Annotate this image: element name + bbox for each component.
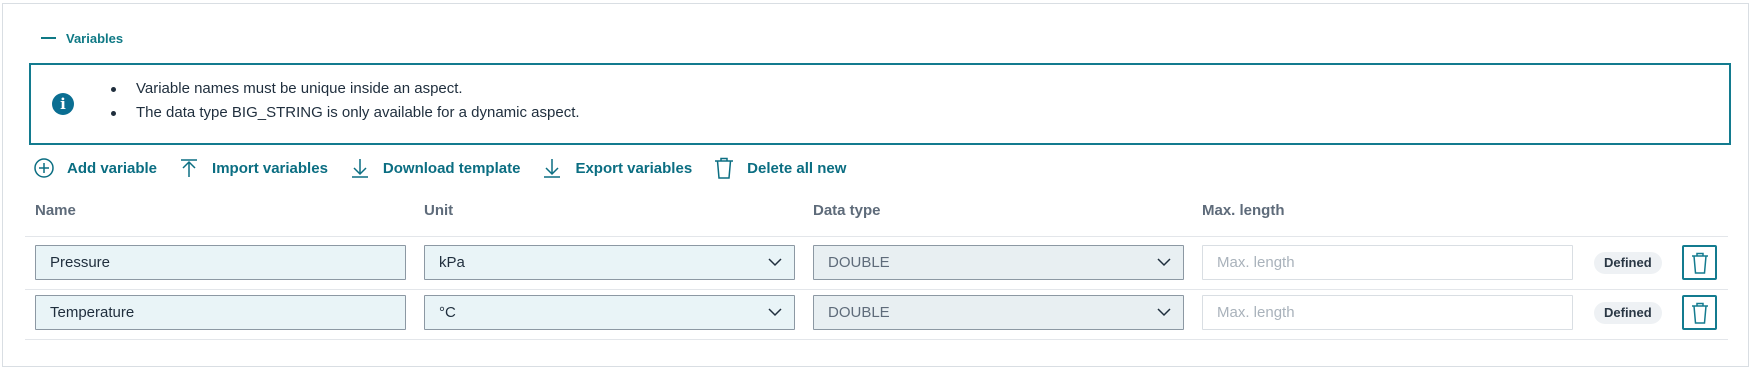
delete-row-button[interactable] <box>1682 245 1717 280</box>
delete-all-new-label: Delete all new <box>747 159 847 177</box>
download-template-button[interactable]: Download template <box>350 158 521 178</box>
add-variable-label: Add variable <box>67 159 158 177</box>
info-message-box: i Variable names must be unique inside a… <box>29 63 1731 145</box>
trash-icon <box>1691 302 1708 324</box>
chevron-down-icon <box>1157 308 1171 317</box>
column-header-unit: Unit <box>424 202 454 219</box>
trash-icon <box>1691 252 1708 274</box>
plus-circle-icon <box>34 158 54 178</box>
unit-select[interactable]: °C <box>424 295 795 330</box>
download-template-label: Download template <box>382 159 521 177</box>
max-length-placeholder: Max. length <box>1217 254 1295 271</box>
info-icon: i <box>52 93 74 115</box>
column-header-max-length: Max. length <box>1202 202 1285 219</box>
data-type-select[interactable]: DOUBLE <box>813 295 1184 330</box>
header-divider <box>25 236 1728 237</box>
variable-name-input[interactable]: Pressure <box>35 245 406 280</box>
import-variables-button[interactable]: Import variables <box>179 158 328 178</box>
unit-select[interactable]: kPa <box>424 245 795 280</box>
chevron-down-icon <box>1157 258 1171 267</box>
variable-name-input[interactable]: Temperature <box>35 295 406 330</box>
variables-section-toggle[interactable]: Variables <box>41 28 123 48</box>
download-arrow-icon <box>544 159 561 178</box>
export-variables-button[interactable]: Export variables <box>542 158 692 178</box>
trash-icon <box>715 157 734 179</box>
data-type-select-value: DOUBLE <box>828 254 890 271</box>
delete-row-button[interactable] <box>1682 295 1717 330</box>
column-header-name: Name <box>35 202 76 219</box>
download-arrow-icon <box>351 159 368 178</box>
max-length-input[interactable]: Max. length <box>1202 245 1573 280</box>
info-line-unique-names: Variable names must be unique inside an … <box>111 77 580 101</box>
unit-select-value: kPa <box>439 254 465 271</box>
status-badge: Defined <box>1594 302 1662 324</box>
collapse-dash-icon <box>41 37 56 39</box>
column-header-data-type: Data type <box>813 202 881 219</box>
variables-toolbar: Add variable Import variables Download t… <box>34 155 868 181</box>
upload-arrow-icon <box>181 159 198 177</box>
row-divider <box>25 339 1728 340</box>
add-variable-button[interactable]: Add variable <box>34 158 157 178</box>
export-variables-label: Export variables <box>575 159 693 177</box>
delete-all-new-button[interactable]: Delete all new <box>714 157 846 179</box>
import-variables-label: Import variables <box>212 159 328 177</box>
max-length-placeholder: Max. length <box>1217 304 1295 321</box>
data-type-select-value: DOUBLE <box>828 304 890 321</box>
row-divider <box>25 289 1728 290</box>
status-badge: Defined <box>1594 252 1662 274</box>
max-length-input[interactable]: Max. length <box>1202 295 1573 330</box>
unit-select-value: °C <box>439 304 456 321</box>
data-type-select[interactable]: DOUBLE <box>813 245 1184 280</box>
chevron-down-icon <box>768 258 782 267</box>
chevron-down-icon <box>768 308 782 317</box>
info-list: Variable names must be unique inside an … <box>111 77 580 125</box>
info-line-big-string: The data type BIG_STRING is only availab… <box>111 101 580 125</box>
section-title: Variables <box>66 30 124 46</box>
